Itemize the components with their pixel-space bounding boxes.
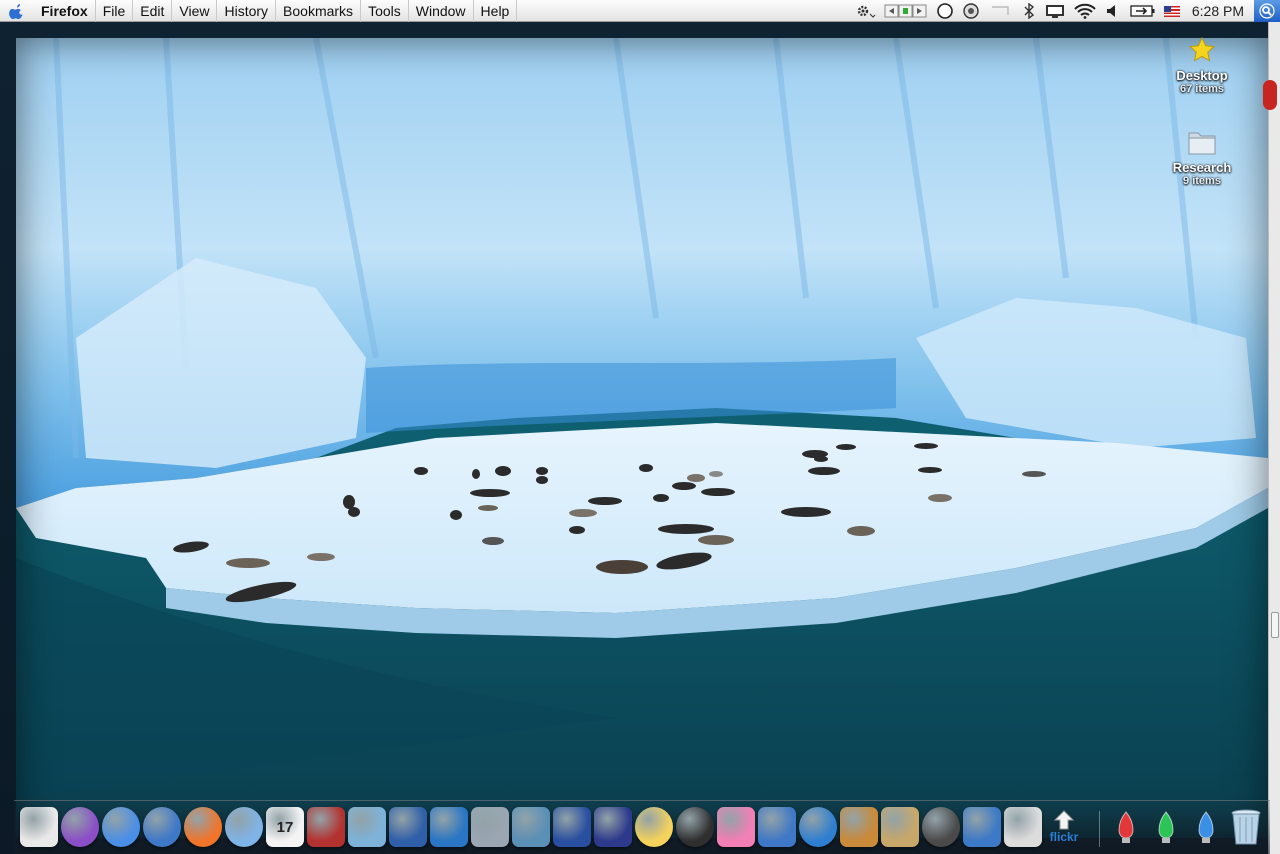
preview-icon[interactable] — [348, 807, 386, 847]
menu-help[interactable]: Help — [474, 0, 518, 22]
circle-status-icon[interactable] — [932, 0, 958, 22]
apple-menu-icon[interactable] — [0, 0, 34, 22]
pinwheel-icon[interactable] — [635, 807, 673, 847]
desktop-item-count: 9 items — [1183, 175, 1221, 187]
star-icon — [1186, 34, 1218, 66]
media-controls-icon[interactable] — [880, 0, 932, 22]
menu-file[interactable]: File — [96, 0, 134, 22]
dvd-player-icon[interactable] — [799, 807, 837, 847]
green-bulb-icon[interactable] — [1147, 807, 1185, 847]
system-profiler-icon[interactable] — [1004, 807, 1042, 847]
red-bulb-icon[interactable] — [1107, 807, 1145, 847]
photo-viewer-icon[interactable] — [389, 807, 427, 847]
desktop: Desktop 67 items Research 9 items — [0, 22, 1280, 854]
trash-icon[interactable] — [1227, 807, 1265, 847]
folder-icon — [1186, 126, 1218, 158]
input-flag-icon[interactable] — [1160, 0, 1184, 22]
spotlight-icon[interactable] — [1254, 0, 1280, 22]
menu-edit[interactable]: Edit — [133, 0, 173, 22]
menu-view[interactable]: View — [172, 0, 218, 22]
window-close-indicator — [1263, 80, 1277, 110]
camera-lens-icon[interactable] — [676, 807, 714, 847]
desktop-item-research[interactable]: Research 9 items — [1162, 126, 1242, 187]
fruit-app-icon[interactable] — [184, 807, 222, 847]
desktop-wallpaper — [16, 38, 1268, 838]
volume-icon[interactable] — [1100, 0, 1126, 22]
menu-window[interactable]: Window — [409, 0, 474, 22]
menu-bar: Firefox File Edit View History Bookmarks… — [0, 0, 1280, 22]
menu-tools[interactable]: Tools — [361, 0, 409, 22]
flickr-uploader-icon[interactable]: flickr — [1045, 807, 1083, 847]
mail-stamp-icon[interactable] — [307, 807, 345, 847]
dock: 17 flickr — [14, 800, 1270, 854]
status-area: 6:28 PM — [852, 0, 1280, 22]
menu-bookmarks[interactable]: Bookmarks — [276, 0, 362, 22]
dock-right — [1107, 807, 1265, 847]
upload-arrow-icon — [1053, 810, 1075, 830]
dock-separator — [1099, 811, 1100, 847]
display-icon[interactable] — [984, 0, 1018, 22]
iphoto-icon[interactable] — [512, 807, 550, 847]
menu-clock[interactable]: 6:28 PM — [1184, 0, 1254, 22]
blue-bulb-icon[interactable] — [1187, 807, 1225, 847]
desktop-item-count: 67 items — [1179, 83, 1225, 95]
finder-icon[interactable] — [20, 807, 58, 847]
desktop-item-label: Research — [1172, 160, 1232, 175]
script-gear-icon[interactable] — [852, 0, 880, 22]
time-machine-icon[interactable] — [958, 0, 984, 22]
fire-icon[interactable] — [922, 807, 960, 847]
safari-icon[interactable] — [143, 807, 181, 847]
ichat-icon[interactable] — [102, 807, 140, 847]
window-edge — [1263, 22, 1280, 854]
window-scroll-knob[interactable] — [1271, 612, 1279, 638]
display-mirror-icon[interactable] — [1040, 0, 1070, 22]
desktop-item-label: Desktop — [1176, 68, 1228, 83]
wifi-icon[interactable] — [1070, 0, 1100, 22]
menu-app-name[interactable]: Firefox — [34, 0, 96, 22]
ical-date-label: 17 — [276, 818, 294, 836]
imovie-star-icon[interactable] — [594, 807, 632, 847]
flower-icon[interactable] — [717, 807, 755, 847]
clapboard-icon[interactable] — [758, 807, 796, 847]
garageband-icon[interactable] — [840, 807, 878, 847]
dock-apps: 17 flickr — [20, 807, 1083, 847]
disk-utility-icon[interactable] — [471, 807, 509, 847]
desktop-item-desktop[interactable]: Desktop 67 items — [1162, 34, 1242, 95]
menu-history[interactable]: History — [217, 0, 277, 22]
ical-icon[interactable]: 17 — [266, 807, 304, 847]
bluetooth-icon[interactable] — [1018, 0, 1040, 22]
xcode-icon[interactable] — [963, 807, 1001, 847]
movie-strip-icon[interactable] — [553, 807, 591, 847]
flickr-label: flickr — [1049, 830, 1079, 844]
battery-icon[interactable] — [1126, 0, 1160, 22]
messaging-icon[interactable] — [61, 807, 99, 847]
pages-doc-icon[interactable] — [881, 807, 919, 847]
network-icon[interactable] — [430, 807, 468, 847]
itunes-icon[interactable] — [225, 807, 263, 847]
